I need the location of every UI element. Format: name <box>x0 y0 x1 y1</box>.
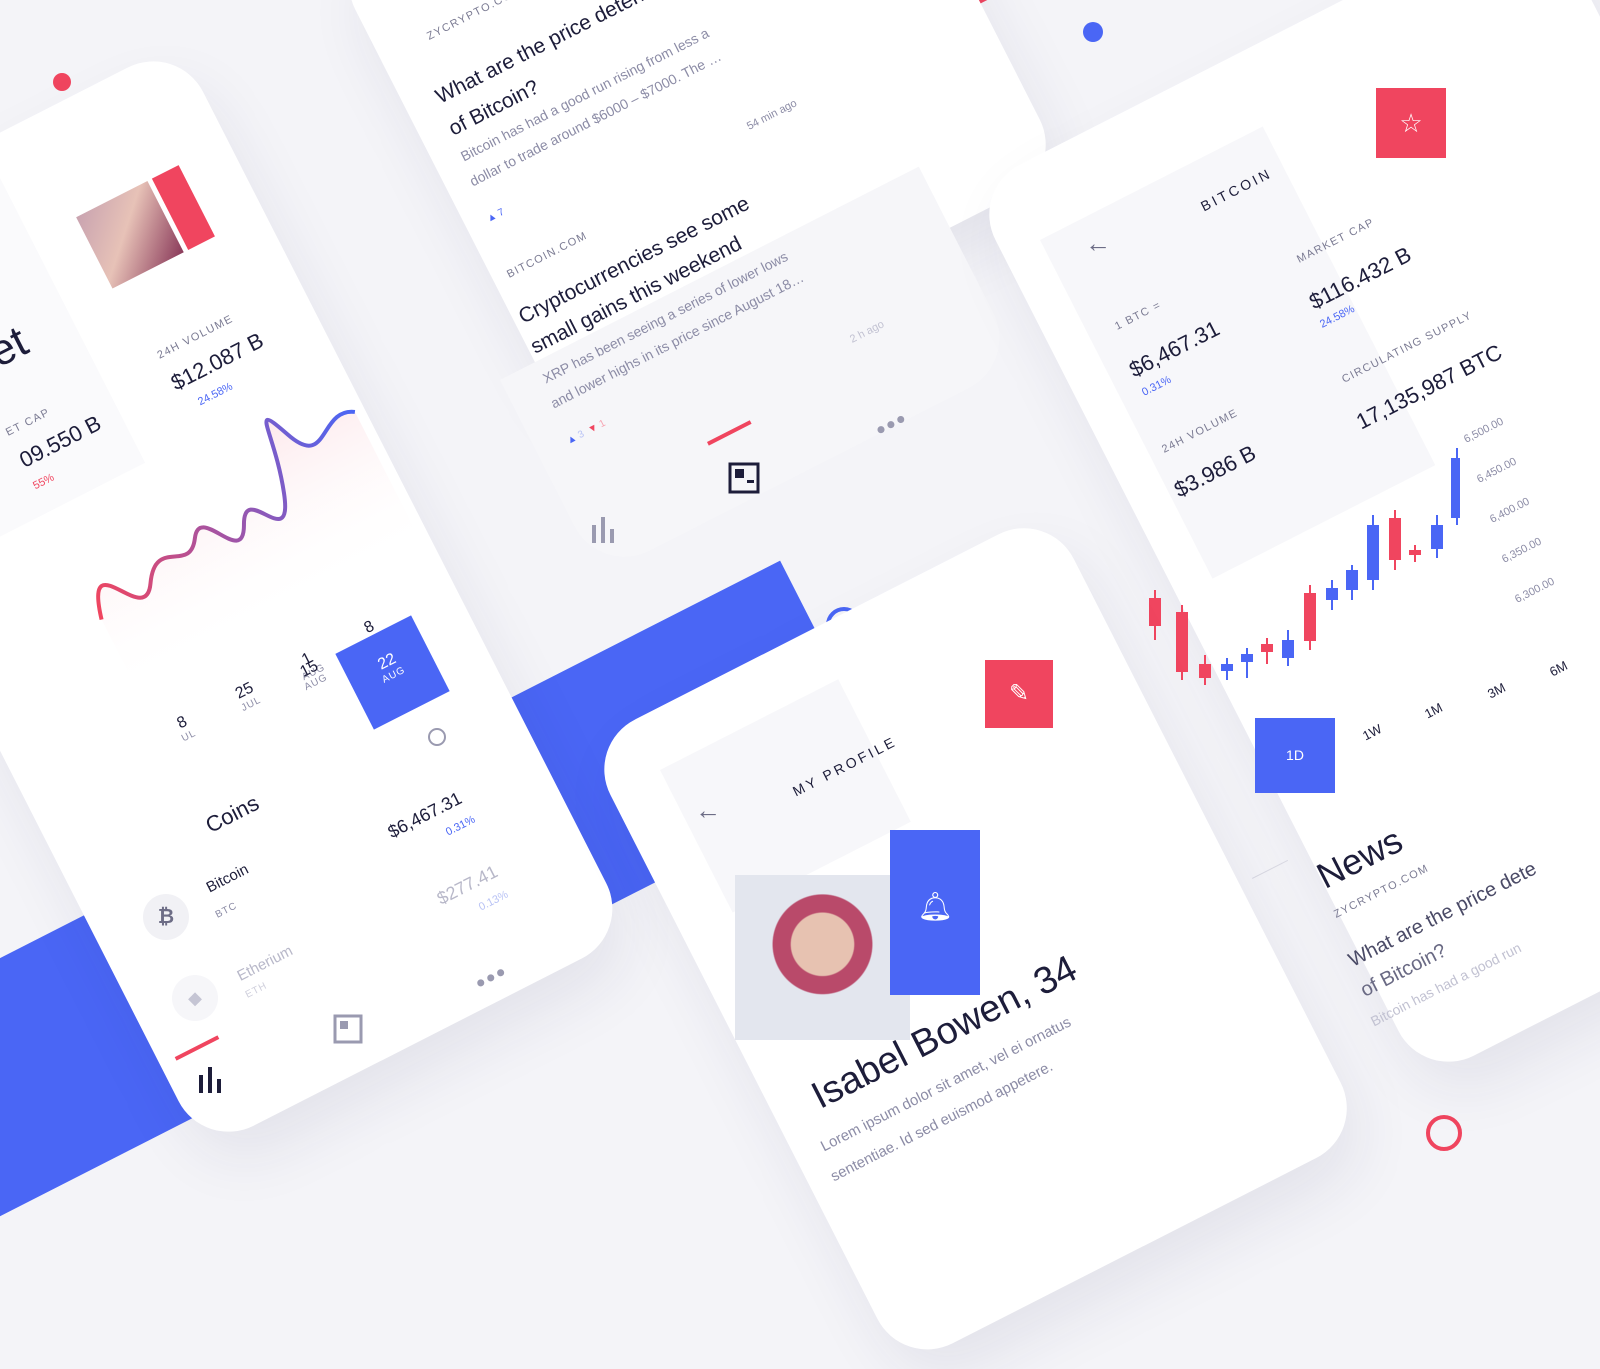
blue-dot-decoration <box>1083 22 1103 42</box>
edit-button[interactable]: ✎ <box>985 660 1053 728</box>
etherium-coin-icon: ◆ <box>172 975 218 1021</box>
profile-photo <box>735 875 910 1040</box>
date-chip-1[interactable]: 8 UL <box>156 704 214 753</box>
candlestick-chart <box>1149 448 1460 685</box>
favorite-button[interactable]: ☆ <box>1376 88 1446 158</box>
back-arrow-icon[interactable]: ← <box>1085 228 1111 259</box>
divider <box>1252 859 1289 879</box>
bitcoin-coin-icon: ₿ <box>143 894 189 940</box>
coins-heading: Coins <box>201 790 263 838</box>
red-dot-decoration <box>53 73 71 91</box>
back-arrow-icon[interactable]: ← <box>695 795 721 826</box>
star-icon: ☆ <box>1399 108 1423 138</box>
news-icon[interactable] <box>333 1014 363 1044</box>
candles <box>1149 448 1460 685</box>
bell-icon: 🔔︎ <box>917 891 953 922</box>
range-1d-button[interactable]: 1D <box>1255 718 1335 793</box>
upvote-count: 3 <box>576 428 587 442</box>
search-icon[interactable] <box>428 728 446 746</box>
chart-bars-icon[interactable] <box>195 1065 225 1095</box>
date-chip-2[interactable]: 25 JUL <box>218 672 276 721</box>
volume-change: 24.58% <box>196 380 235 409</box>
red-ring-decoration <box>1426 1115 1462 1151</box>
notifications-button[interactable]: 🔔︎ <box>890 830 980 995</box>
chart-bars-icon[interactable] <box>588 515 618 545</box>
canvas: ket ET CAP 09.550 B 55% 24H VOLUME $12.0… <box>0 0 1600 1369</box>
pencil-icon: ✎ <box>1008 680 1030 707</box>
news-icon[interactable] <box>728 462 760 494</box>
